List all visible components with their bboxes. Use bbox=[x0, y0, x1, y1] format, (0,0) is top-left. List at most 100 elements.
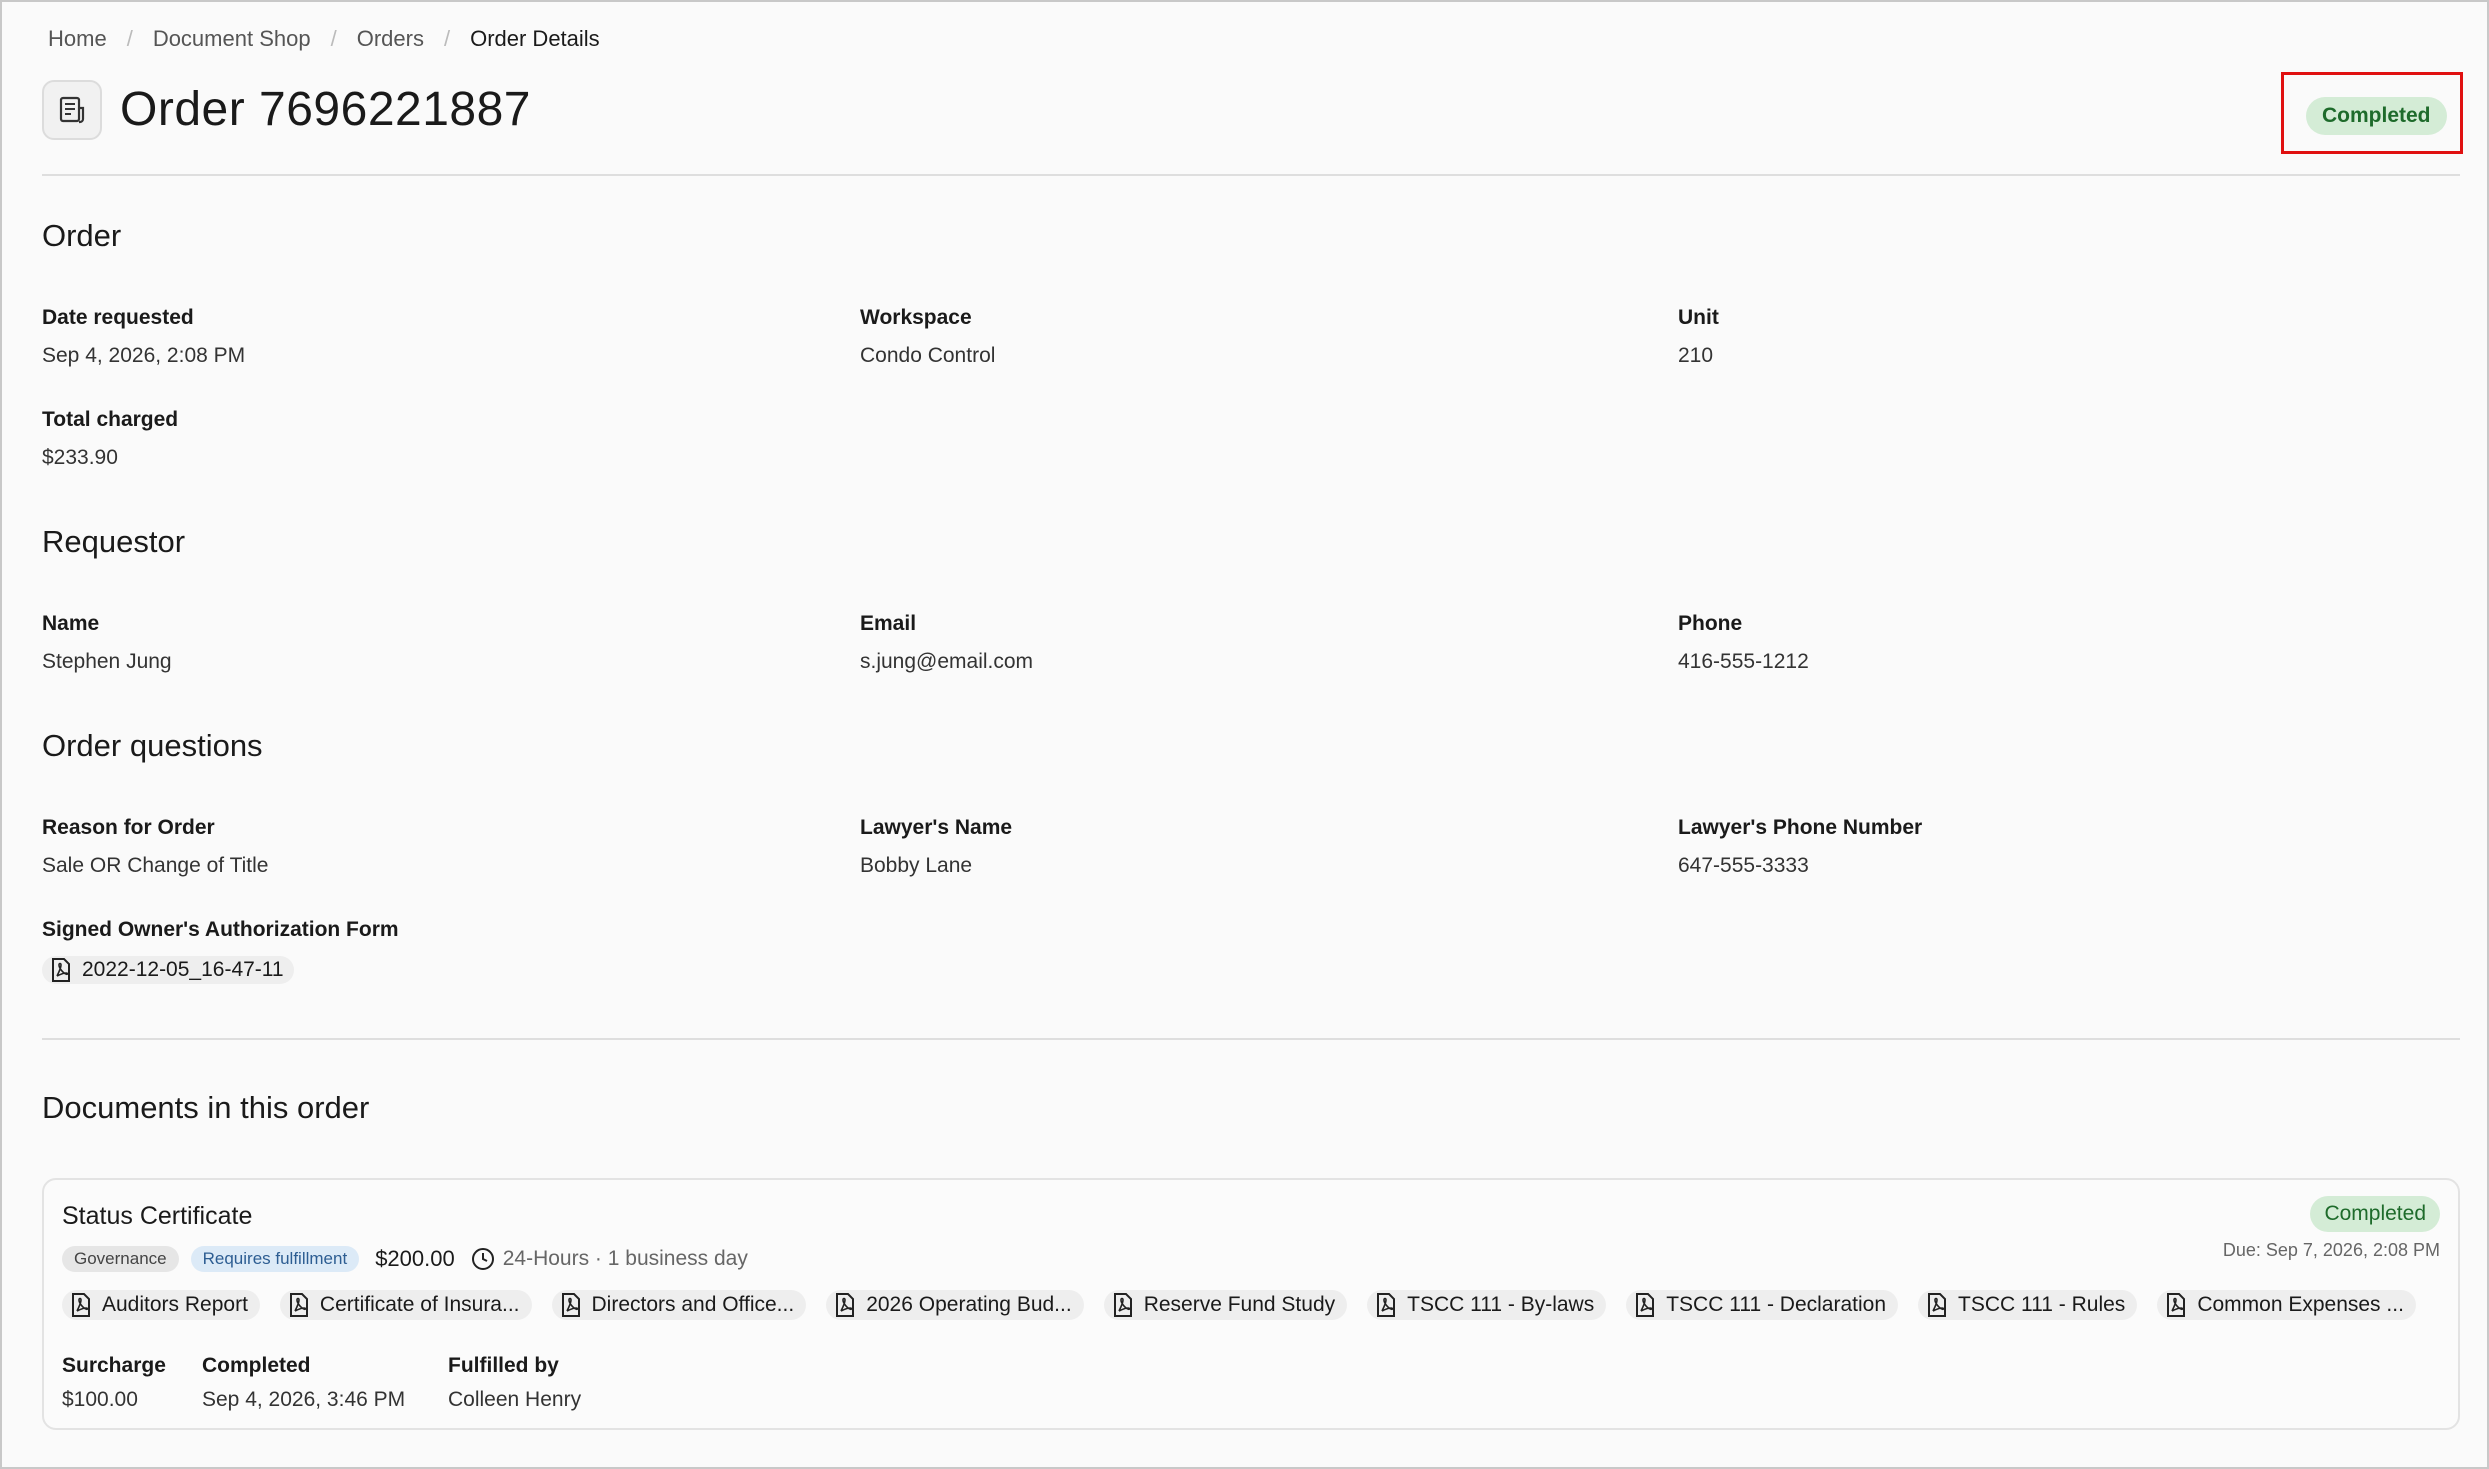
file-name: TSCC 111 - By-laws bbox=[1407, 1293, 1595, 1316]
field-value: Sale OR Change of Title bbox=[42, 854, 269, 877]
document-file-chip[interactable]: Common Expenses ... bbox=[2157, 1290, 2416, 1320]
field-label: Unit bbox=[1678, 306, 1719, 329]
requestor-name-field: Name Stephen Jung bbox=[42, 612, 172, 674]
document-icon bbox=[42, 80, 102, 140]
order-questions-section-title: Order questions bbox=[42, 728, 263, 763]
document-file-chip[interactable]: Auditors Report bbox=[62, 1290, 260, 1320]
field-value: Sep 4, 2026, 2:08 PM bbox=[42, 344, 246, 367]
field-value: Colleen Henry bbox=[448, 1388, 582, 1411]
document-file-chip[interactable]: 2026 Operating Bud... bbox=[826, 1290, 1084, 1320]
pdf-file-icon bbox=[2167, 1293, 2186, 1317]
breadcrumb-document-shop[interactable]: Document Shop bbox=[153, 26, 311, 52]
pdf-file-icon bbox=[1636, 1293, 1655, 1317]
field-value: Stephen Jung bbox=[42, 650, 172, 673]
auth-form-file-chip[interactable]: 2022-12-05_16-47-11 bbox=[42, 956, 294, 984]
pdf-file-icon bbox=[289, 1293, 308, 1317]
pdf-file-icon bbox=[561, 1293, 580, 1317]
field-label: Lawyer's Name bbox=[860, 816, 1013, 839]
document-status-badge: Completed bbox=[2310, 1196, 2440, 1232]
requestor-email-field: Email s.jung@email.com bbox=[860, 612, 1033, 674]
total-charged-field: Total charged $233.90 bbox=[42, 408, 178, 470]
field-label: Date requested bbox=[42, 306, 194, 329]
field-label: Signed Owner's Authorization Form bbox=[42, 918, 399, 941]
section-divider bbox=[42, 1038, 2460, 1040]
order-status-badge: Completed bbox=[2306, 97, 2447, 135]
field-label: Completed bbox=[202, 1354, 311, 1377]
lawyer-name-field: Lawyer's Name Bobby Lane bbox=[860, 816, 1012, 878]
file-name: Certificate of Insura... bbox=[319, 1293, 520, 1316]
turnaround: 24-Hours · 1 business day bbox=[471, 1247, 748, 1271]
field-value: Bobby Lane bbox=[860, 854, 973, 877]
document-title: Status Certificate bbox=[62, 1202, 253, 1230]
file-name: Auditors Report bbox=[102, 1293, 248, 1316]
file-name: Directors and Office... bbox=[591, 1293, 795, 1316]
field-value: 416-555-1212 bbox=[1678, 650, 1809, 673]
file-name: TSCC 111 - Rules bbox=[1958, 1293, 2126, 1316]
file-name: Common Expenses ... bbox=[2197, 1293, 2404, 1316]
auth-form-field: Signed Owner's Authorization Form 2022-1… bbox=[42, 918, 399, 987]
due-date: Due: Sep 7, 2026, 2:08 PM bbox=[2222, 1240, 2440, 1260]
order-section-title: Order bbox=[42, 218, 122, 253]
fulfillment-tag: Requires fulfillment bbox=[190, 1246, 360, 1272]
document-card-fields: Surcharge $100.00 Completed Sep 4, 2026,… bbox=[62, 1354, 581, 1412]
document-card-status-certificate: Status Certificate Completed Due: Sep 7,… bbox=[42, 1178, 2460, 1430]
page-header: Order 7696221887 Completed bbox=[42, 72, 2463, 154]
workspace-field: Workspace Condo Control bbox=[860, 306, 995, 368]
requestor-phone-field: Phone 416-555-1212 bbox=[1678, 612, 1809, 674]
field-label: Total charged bbox=[42, 408, 179, 431]
field-label: Surcharge bbox=[62, 1354, 166, 1377]
pdf-file-icon bbox=[836, 1293, 855, 1317]
document-file-chip[interactable]: Directors and Office... bbox=[551, 1290, 807, 1320]
field-label: Reason for Order bbox=[42, 816, 215, 839]
turnaround-text: 24-Hours · 1 business day bbox=[502, 1247, 748, 1270]
documents-section-title: Documents in this order bbox=[42, 1090, 370, 1125]
document-tags: Governance Requires fulfillment $200.00 … bbox=[62, 1246, 748, 1272]
requestor-section-title: Requestor bbox=[42, 524, 186, 559]
field-label: Workspace bbox=[860, 306, 972, 329]
breadcrumb-orders[interactable]: Orders bbox=[357, 26, 424, 52]
pdf-file-icon bbox=[1113, 1293, 1132, 1317]
reason-field: Reason for Order Sale OR Change of Title bbox=[42, 816, 268, 878]
lawyer-phone-field: Lawyer's Phone Number 647-555-3333 bbox=[1678, 816, 1922, 878]
surcharge-field: Surcharge $100.00 bbox=[62, 1354, 202, 1412]
date-requested-field: Date requested Sep 4, 2026, 2:08 PM bbox=[42, 306, 245, 368]
breadcrumb: Home / Document Shop / Orders / Order De… bbox=[48, 26, 600, 52]
file-name: 2022-12-05_16-47-11 bbox=[82, 958, 284, 981]
document-file-chip[interactable]: TSCC 111 - Declaration bbox=[1626, 1290, 1899, 1320]
unit-field: Unit 210 bbox=[1678, 306, 1719, 368]
page-title: Order 7696221887 bbox=[120, 83, 531, 136]
window-frame: Home / Document Shop / Orders / Order De… bbox=[0, 0, 2489, 1469]
document-files-list: Auditors Report Certificate of Insura... D… bbox=[62, 1290, 2416, 1320]
field-value: Condo Control bbox=[860, 344, 996, 367]
field-label: Fulfilled by bbox=[448, 1354, 559, 1377]
breadcrumb-separator: / bbox=[330, 26, 337, 51]
breadcrumb-home[interactable]: Home bbox=[48, 26, 107, 52]
field-label: Phone bbox=[1678, 612, 1743, 635]
pdf-file-icon bbox=[1928, 1293, 1947, 1317]
field-value: Sep 4, 2026, 3:46 PM bbox=[202, 1388, 406, 1411]
field-value: $100.00 bbox=[62, 1388, 138, 1411]
file-name: Reserve Fund Study bbox=[1143, 1293, 1336, 1316]
document-file-chip[interactable]: TSCC 111 - By-laws bbox=[1367, 1290, 1607, 1320]
document-price: $200.00 bbox=[375, 1246, 455, 1271]
field-value: $233.90 bbox=[42, 446, 118, 469]
field-label: Email bbox=[860, 612, 917, 635]
header-divider bbox=[42, 174, 2460, 176]
field-value: 210 bbox=[1678, 344, 1714, 367]
pdf-file-icon bbox=[52, 958, 70, 982]
breadcrumb-current: Order Details bbox=[470, 26, 600, 51]
field-label: Name bbox=[42, 612, 100, 635]
file-name: TSCC 111 - Declaration bbox=[1666, 1293, 1887, 1316]
completed-field: Completed Sep 4, 2026, 3:46 PM bbox=[202, 1354, 448, 1412]
document-file-chip[interactable]: Certificate of Insura... bbox=[279, 1290, 532, 1320]
document-file-chip[interactable]: Reserve Fund Study bbox=[1103, 1290, 1348, 1320]
document-file-chip[interactable]: TSCC 111 - Rules bbox=[1918, 1290, 2138, 1320]
field-label: Lawyer's Phone Number bbox=[1678, 816, 1923, 839]
pdf-file-icon bbox=[72, 1293, 90, 1317]
field-value: 647-555-3333 bbox=[1678, 854, 1809, 877]
clock-icon bbox=[471, 1248, 494, 1270]
breadcrumb-separator: / bbox=[126, 26, 133, 51]
status-highlight-box: Completed bbox=[2281, 72, 2463, 154]
fulfilled-by-field: Fulfilled by Colleen Henry bbox=[448, 1354, 581, 1412]
pdf-file-icon bbox=[1377, 1293, 1396, 1317]
